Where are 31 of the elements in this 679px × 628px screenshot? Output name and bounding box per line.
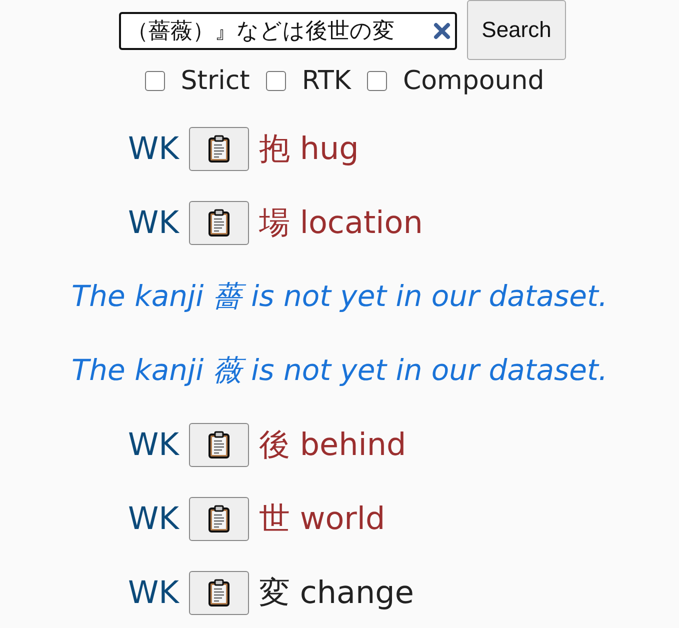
copy-button[interactable] [188,127,249,171]
clear-icon[interactable] [432,22,451,40]
kanji-meaning: 世 world [258,500,386,539]
search-field[interactable]: （薔薇）』などは後世の変 [118,12,457,50]
copy-button[interactable] [188,497,249,541]
copy-button[interactable] [188,571,249,615]
copy-button[interactable] [188,201,249,245]
search-button[interactable]: Search [466,0,566,60]
checkbox-label: Strict [180,66,250,96]
source-label: WK [128,427,179,463]
missing-kanji-message: The kanji 薇 is not yet in our dataset. [71,352,608,389]
checkbox[interactable] [144,71,165,91]
clipboard-icon [208,135,230,163]
clipboard-icon [208,505,230,533]
checkbox-label: RTK [302,66,351,96]
kanji-meaning: 抱 hug [258,130,359,169]
kanji-meaning: 後 behind [258,426,406,465]
kanji-meaning: 場 location [258,204,423,243]
checkbox[interactable] [266,71,286,91]
checkbox-label: Compound [402,66,544,96]
clipboard-icon [208,209,230,237]
source-label: WK [128,501,179,537]
missing-kanji-message: The kanji 薔 is not yet in our dataset. [71,278,608,315]
clipboard-icon [208,431,230,459]
source-label: WK [128,575,179,611]
clipboard-icon [208,579,230,607]
kanji-meaning: 変 change [258,574,414,613]
checkbox[interactable] [366,71,387,91]
source-label: WK [128,205,179,241]
source-label: WK [128,131,179,167]
copy-button[interactable] [188,423,249,467]
